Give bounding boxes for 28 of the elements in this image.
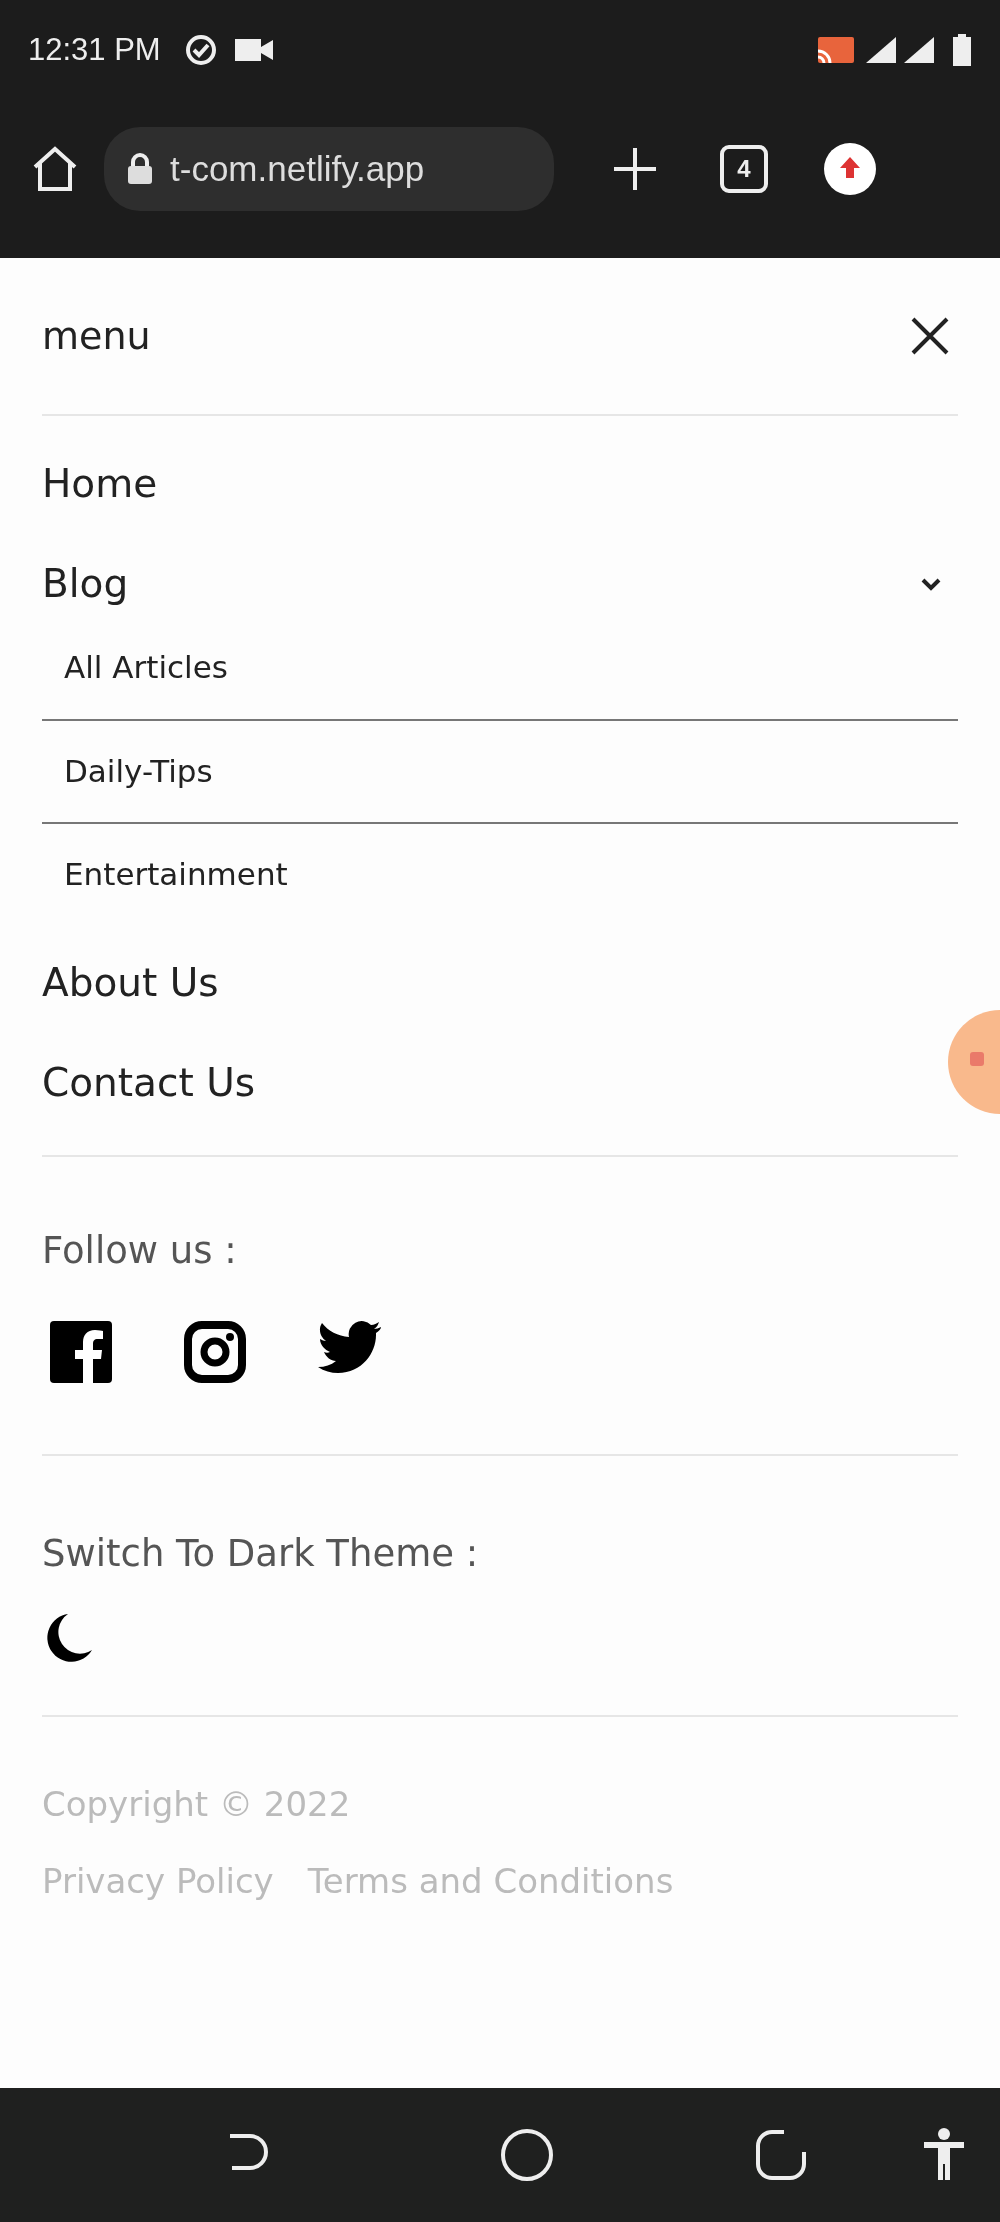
profile-icon[interactable] bbox=[824, 143, 876, 195]
signal-icon bbox=[864, 35, 898, 65]
home-circle-icon[interactable] bbox=[500, 2128, 554, 2182]
instagram-icon[interactable] bbox=[184, 1320, 246, 1383]
close-icon[interactable] bbox=[910, 316, 950, 356]
signal-icon bbox=[902, 35, 936, 65]
nav-link[interactable]: Home bbox=[42, 434, 158, 534]
menu-title: menu bbox=[42, 312, 151, 360]
copyright-text: Copyright © 2022 bbox=[42, 1783, 352, 1826]
nav-link[interactable]: About Us bbox=[42, 933, 219, 1033]
cast-icon bbox=[816, 35, 856, 65]
facebook-icon[interactable] bbox=[50, 1320, 112, 1383]
accessibility-icon[interactable] bbox=[922, 2128, 966, 2182]
follow-label: Follow us : bbox=[42, 1228, 238, 1274]
recents-icon[interactable] bbox=[754, 2128, 808, 2182]
submenu-link[interactable]: Daily-Tips bbox=[42, 719, 958, 822]
lock-icon bbox=[126, 153, 154, 185]
status-time: 12:31 PM bbox=[28, 30, 161, 69]
bird-icon[interactable] bbox=[318, 1320, 382, 1375]
address-bar[interactable]: t-com.netlify.app bbox=[104, 127, 554, 211]
nav-link[interactable]: Contact Us bbox=[42, 1033, 255, 1133]
theme-label: Switch To Dark Theme : bbox=[42, 1531, 480, 1577]
battery-icon bbox=[952, 34, 972, 66]
submenu-link[interactable]: Entertainment bbox=[42, 822, 958, 925]
tab-switcher[interactable]: 4 bbox=[720, 145, 768, 193]
check-circle-icon bbox=[184, 34, 217, 66]
plus-icon[interactable] bbox=[612, 146, 658, 192]
chevron-icon[interactable] bbox=[920, 577, 942, 591]
